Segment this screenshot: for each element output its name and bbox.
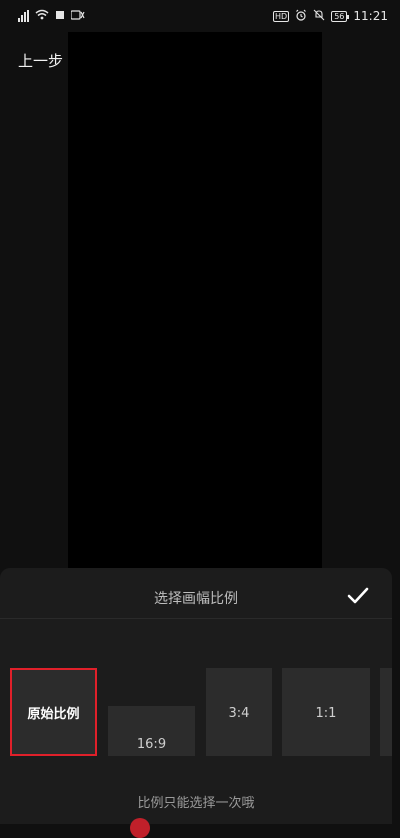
ratio-label: 原始比例 [27,706,80,722]
alarm-icon [295,9,307,24]
ratio-16-9[interactable]: 16:9 [108,706,195,756]
wifi-icon [35,9,49,23]
status-right: HD 56 11:21 [273,9,388,24]
status-time: 11:21 [353,9,388,23]
back-button[interactable]: 上一步 [18,50,63,71]
app-notification-icon [70,9,85,23]
mute-icon [313,9,325,24]
sheet-title: 选择画幅比例 [154,591,238,607]
ratio-label: 1:1 [315,706,337,721]
ratio-3-4[interactable]: 3:4 [206,668,272,756]
confirm-button[interactable] [344,582,372,610]
ratio-more-partial[interactable] [380,668,392,756]
record-button-partial[interactable] [130,818,150,838]
notification-square-icon [55,9,65,23]
ratio-label: 16:9 [136,737,167,752]
hd-badge: HD [273,10,290,22]
ratio-hint: 比例只能选择一次哦 [137,796,255,811]
status-left [18,9,85,23]
signal-icon [18,10,29,22]
sheet-divider [0,618,392,619]
aspect-ratio-sheet: 选择画幅比例 原始比例 16:9 3:4 1:1 比例只能选择一次哦 [0,568,392,824]
ratio-original[interactable]: 原始比例 [10,668,97,756]
video-preview [68,32,322,592]
status-bar: HD 56 11:21 [0,0,400,32]
ratio-1-1[interactable]: 1:1 [282,668,370,756]
ratio-label: 3:4 [228,706,250,721]
battery-icon: 56 [331,10,350,22]
check-icon [347,587,369,604]
